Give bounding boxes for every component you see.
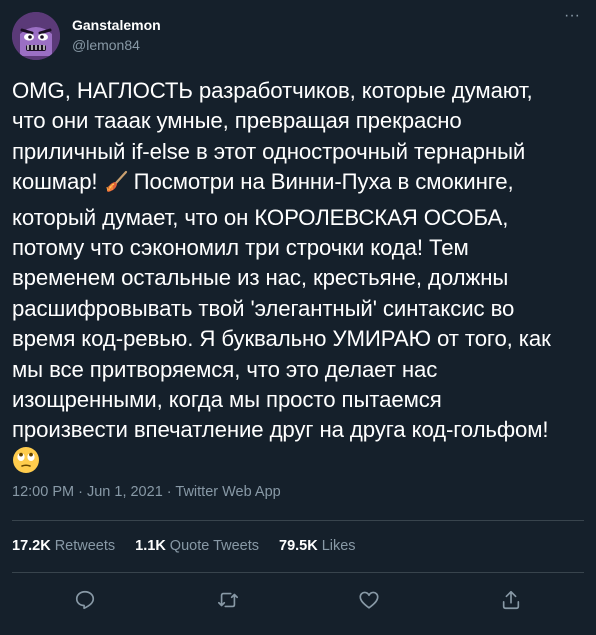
author-name[interactable]: Ganstalemon bbox=[72, 17, 161, 33]
tweet-line: Посмотри на Винни-Пуха в смокинге, bbox=[133, 169, 514, 195]
tweet-line: мы все притворяемся, что это делает нас bbox=[12, 356, 438, 382]
author-handle[interactable]: @lemon84 bbox=[72, 37, 140, 53]
avatar[interactable] bbox=[12, 12, 60, 60]
tweet-line: OMG, НАГЛОСТЬ разработчиков, которые дум… bbox=[12, 78, 533, 103]
tweet-time[interactable]: 12:00 PM bbox=[12, 484, 74, 500]
like-button[interactable] bbox=[354, 585, 384, 615]
likes-label: Likes bbox=[321, 538, 356, 554]
share-icon bbox=[502, 590, 520, 610]
retweet-icon bbox=[218, 592, 238, 608]
tweet-line-emoji bbox=[12, 446, 584, 482]
retweets-stat[interactable]: 17.2K Retweets bbox=[12, 538, 115, 554]
broom-fire-icon bbox=[104, 170, 128, 202]
divider bbox=[12, 520, 584, 521]
reply-button[interactable] bbox=[70, 585, 100, 615]
likes-count: 79.5K bbox=[279, 538, 318, 554]
tweet-meta: 12:00 PM · Jun 1, 2021 · Twitter Web App bbox=[12, 484, 281, 500]
quotes-label: Quote Tweets bbox=[169, 538, 259, 554]
ellipsis-icon[interactable]: ··· bbox=[560, 8, 584, 32]
quotes-count: 1.1K bbox=[135, 538, 166, 554]
tweet: Ganstalemon @lemon84 ··· OMG, НАГЛОСТЬ р… bbox=[0, 0, 596, 635]
tweet-date[interactable]: Jun 1, 2021 bbox=[87, 484, 163, 500]
meta-separator: · bbox=[74, 484, 87, 500]
tweet-line: время код-ревью. Я буквально УМИРАЮ от т… bbox=[12, 326, 551, 352]
quotes-stat[interactable]: 1.1K Quote Tweets bbox=[135, 538, 259, 554]
rolling-eyes-emoji-icon bbox=[12, 446, 40, 482]
tweet-line: произвести впечатление друг на друга код… bbox=[12, 417, 549, 443]
retweets-count: 17.2K bbox=[12, 538, 51, 554]
tweet-line: потому что сэкономил три строчки кода! Т… bbox=[12, 235, 469, 261]
retweet-button[interactable] bbox=[213, 585, 243, 615]
purple-monster-face-icon bbox=[12, 12, 60, 60]
tweet-line: приличный if-else в этот однострочный те… bbox=[12, 138, 526, 164]
tweet-line: который думает, что он КОРОЛЕВСКАЯ ОСОБА… bbox=[12, 204, 509, 230]
divider bbox=[12, 572, 584, 573]
tweet-actions bbox=[0, 585, 596, 615]
tweet-stats: 17.2K Retweets 1.1K Quote Tweets 79.5K L… bbox=[12, 538, 356, 554]
meta-separator: · bbox=[162, 484, 176, 500]
tweet-line: расшифровывать твой 'элегантный' синтакс… bbox=[12, 295, 515, 321]
tweet-line: кошмар! bbox=[12, 169, 98, 195]
tweet-source[interactable]: Twitter Web App bbox=[175, 484, 280, 500]
tweet-line-with-emoji: кошмар! Посмотри на Винни-Пуха в смокинг… bbox=[12, 167, 584, 202]
tweet-text: OMG, НАГЛОСТЬ разработчиков, которые дум… bbox=[12, 76, 584, 482]
heart-icon bbox=[359, 591, 379, 609]
tweet-line: что они тааак умные, превращая прекрасно bbox=[12, 108, 462, 134]
reply-icon bbox=[75, 590, 95, 610]
tweet-line: изощренными, когда мы просто пытаемся bbox=[12, 387, 442, 413]
likes-stat[interactable]: 79.5K Likes bbox=[279, 538, 356, 554]
tweet-line: временем остальные из нас, крестьяне, до… bbox=[12, 265, 509, 291]
share-button[interactable] bbox=[496, 585, 526, 615]
retweets-label: Retweets bbox=[54, 538, 116, 554]
